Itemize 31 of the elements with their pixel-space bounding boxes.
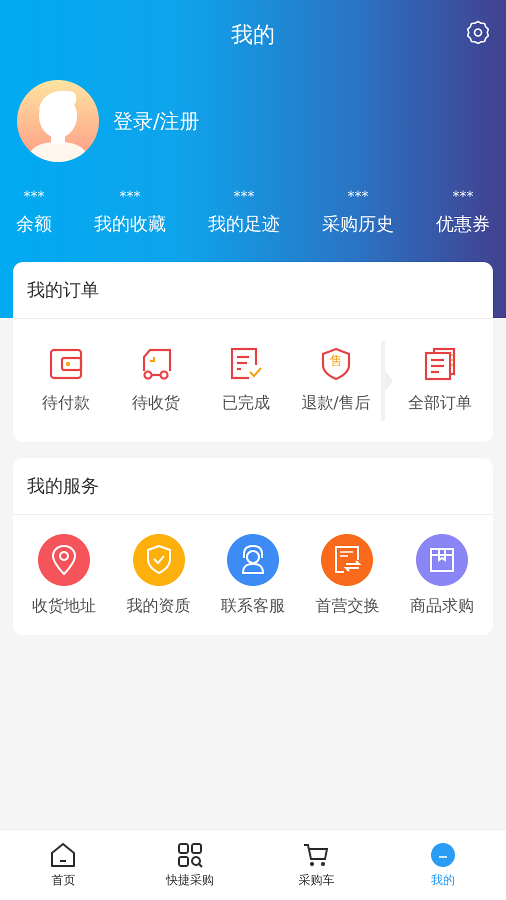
stat-label[interactable]: 采购历史 — [322, 212, 394, 236]
wallet-icon — [49, 347, 83, 381]
documents-icon — [423, 347, 457, 381]
service-button[interactable]: 收货地址 — [17, 534, 112, 616]
stat-value: *** — [452, 188, 474, 206]
stat-value: *** — [348, 188, 368, 206]
service-button[interactable]: 联系客服 — [206, 534, 300, 616]
cart-icon — [303, 842, 330, 868]
service-button[interactable]: 首营交换 — [300, 534, 395, 616]
all-orders-button[interactable]: 全部订单 — [395, 347, 485, 414]
stat-value: *** — [120, 188, 140, 206]
nav-tab[interactable]: 首页 — [0, 830, 126, 900]
nav-tab[interactable]: 快捷采购 — [126, 830, 253, 900]
home-icon — [50, 842, 76, 868]
order-status-button[interactable]: 待付款 — [21, 347, 111, 414]
page-title: 我的 — [231, 22, 275, 50]
qr-scan-icon — [176, 842, 203, 868]
document-check-icon — [229, 347, 263, 381]
stat-value: *** — [234, 188, 254, 206]
order-status-button[interactable]: 已完成 — [201, 347, 291, 414]
stat-label[interactable]: 优惠券 — [436, 212, 490, 236]
service-button[interactable]: 商品求购 — [394, 534, 490, 616]
shield-icon: 售 — [319, 347, 353, 381]
section-title: 我的服务 — [27, 475, 99, 498]
nav-tab[interactable]: 采购车 — [253, 830, 380, 900]
stat-value: *** — [24, 188, 44, 206]
order-status-button[interactable]: 售 退款/售后 — [291, 347, 381, 414]
section-title: 我的订单 — [27, 279, 99, 302]
order-status-button[interactable]: 待收货 — [111, 347, 201, 414]
settings-icon[interactable] — [466, 20, 490, 44]
service-button[interactable]: 我的资质 — [111, 534, 206, 616]
